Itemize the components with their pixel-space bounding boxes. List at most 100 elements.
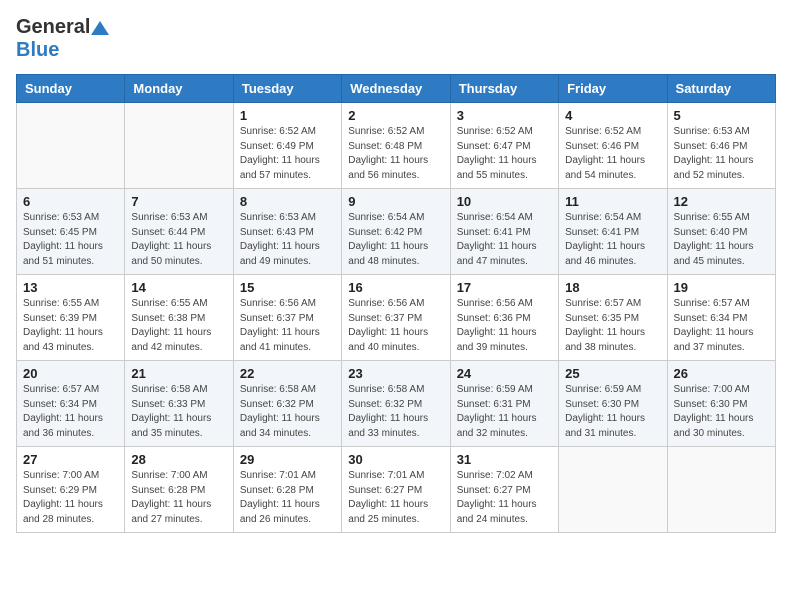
day-info: Sunrise: 6:58 AMSunset: 6:33 PMDaylight:…	[131, 383, 226, 441]
day-info: Sunrise: 6:53 AMSunset: 6:46 PMDaylight:…	[674, 125, 769, 183]
calendar-cell: 12Sunrise: 6:55 AMSunset: 6:40 PMDayligh…	[667, 189, 775, 275]
calendar-cell: 31Sunrise: 7:02 AMSunset: 6:27 PMDayligh…	[450, 447, 558, 533]
day-info: Sunrise: 6:52 AMSunset: 6:46 PMDaylight:…	[565, 125, 660, 183]
day-info: Sunrise: 6:55 AMSunset: 6:40 PMDaylight:…	[674, 211, 769, 269]
day-info: Sunrise: 7:00 AMSunset: 6:28 PMDaylight:…	[131, 469, 226, 527]
calendar-week-row: 6Sunrise: 6:53 AMSunset: 6:45 PMDaylight…	[17, 189, 776, 275]
day-info: Sunrise: 6:54 AMSunset: 6:41 PMDaylight:…	[457, 211, 552, 269]
calendar-cell: 24Sunrise: 6:59 AMSunset: 6:31 PMDayligh…	[450, 361, 558, 447]
calendar-cell: 23 Sunrise: 6:58 AMSunset: 6:32 PMDayligh…	[342, 361, 450, 447]
day-number: 25	[565, 366, 660, 381]
day-number: 2	[348, 108, 443, 123]
logo-text-general: General	[16, 16, 90, 39]
calendar-cell	[125, 103, 233, 189]
day-info: Sunrise: 6:53 AMSunset: 6:44 PMDaylight:…	[131, 211, 226, 269]
day-number: 11	[565, 194, 660, 209]
calendar-cell: 15 Sunrise: 6:56 AMSunset: 6:37 PMDayligh…	[233, 275, 341, 361]
day-number: 1	[240, 108, 335, 123]
calendar-cell: 29Sunrise: 7:01 AMSunset: 6:28 PMDayligh…	[233, 447, 341, 533]
weekday-header: Wednesday	[342, 75, 450, 103]
day-number: 4	[565, 108, 660, 123]
day-info: Sunrise: 6:56 AMSunset: 6:37 PMDaylight:…	[240, 297, 335, 355]
day-number: 24	[457, 366, 552, 381]
logo-icon	[91, 21, 109, 35]
day-info: Sunrise: 6:56 AMSunset: 6:36 PMDaylight:…	[457, 297, 552, 355]
calendar-cell	[17, 103, 125, 189]
calendar-cell: 10 Sunrise: 6:54 AMSunset: 6:41 PMDayligh…	[450, 189, 558, 275]
day-number: 10	[457, 194, 552, 209]
calendar-cell: 25 Sunrise: 6:59 AMSunset: 6:30 PMDayligh…	[559, 361, 667, 447]
day-info: Sunrise: 6:55 AMSunset: 6:39 PMDaylight:…	[23, 297, 118, 355]
day-number: 29	[240, 452, 335, 467]
day-info: Sunrise: 6:52 AMSunset: 6:47 PMDaylight:…	[457, 125, 552, 183]
day-number: 22	[240, 366, 335, 381]
day-number: 23	[348, 366, 443, 381]
day-number: 6	[23, 194, 118, 209]
calendar-cell: 3 Sunrise: 6:52 AMSunset: 6:47 PMDaylight…	[450, 103, 558, 189]
day-number: 27	[23, 452, 118, 467]
weekday-header: Sunday	[17, 75, 125, 103]
calendar-cell: 8Sunrise: 6:53 AMSunset: 6:43 PMDaylight…	[233, 189, 341, 275]
day-info: Sunrise: 6:59 AMSunset: 6:30 PMDaylight:…	[565, 383, 660, 441]
day-info: Sunrise: 6:52 AMSunset: 6:49 PMDaylight:…	[240, 125, 335, 183]
day-number: 30	[348, 452, 443, 467]
day-info: Sunrise: 7:00 AMSunset: 6:29 PMDaylight:…	[23, 469, 118, 527]
day-number: 17	[457, 280, 552, 295]
calendar-cell: 21 Sunrise: 6:58 AMSunset: 6:33 PMDayligh…	[125, 361, 233, 447]
day-info: Sunrise: 6:52 AMSunset: 6:48 PMDaylight:…	[348, 125, 443, 183]
day-info: Sunrise: 6:57 AMSunset: 6:34 PMDaylight:…	[23, 383, 118, 441]
calendar-cell: 14Sunrise: 6:55 AMSunset: 6:38 PMDayligh…	[125, 275, 233, 361]
calendar-cell: 22 Sunrise: 6:58 AMSunset: 6:32 PMDayligh…	[233, 361, 341, 447]
calendar-cell: 16Sunrise: 6:56 AMSunset: 6:37 PMDayligh…	[342, 275, 450, 361]
day-info: Sunrise: 6:54 AMSunset: 6:42 PMDaylight:…	[348, 211, 443, 269]
weekday-header: Friday	[559, 75, 667, 103]
page-header: General Blue	[16, 16, 776, 62]
calendar-week-row: 13 Sunrise: 6:55 AMSunset: 6:39 PMDayligh…	[17, 275, 776, 361]
calendar-week-row: 1 Sunrise: 6:52 AMSunset: 6:49 PMDaylight…	[17, 103, 776, 189]
day-number: 21	[131, 366, 226, 381]
logo: General Blue	[16, 16, 110, 62]
calendar-cell: 18 Sunrise: 6:57 AMSunset: 6:35 PMDayligh…	[559, 275, 667, 361]
day-number: 15	[240, 280, 335, 295]
calendar-cell: 1 Sunrise: 6:52 AMSunset: 6:49 PMDaylight…	[233, 103, 341, 189]
day-number: 28	[131, 452, 226, 467]
weekday-header: Saturday	[667, 75, 775, 103]
calendar-cell: 17 Sunrise: 6:56 AMSunset: 6:36 PMDayligh…	[450, 275, 558, 361]
calendar-cell: 20Sunrise: 6:57 AMSunset: 6:34 PMDayligh…	[17, 361, 125, 447]
calendar-cell: 7 Sunrise: 6:53 AMSunset: 6:44 PMDaylight…	[125, 189, 233, 275]
day-info: Sunrise: 6:56 AMSunset: 6:37 PMDaylight:…	[348, 297, 443, 355]
day-number: 13	[23, 280, 118, 295]
day-info: Sunrise: 7:01 AMSunset: 6:27 PMDaylight:…	[348, 469, 443, 527]
day-number: 9	[348, 194, 443, 209]
calendar-cell: 5 Sunrise: 6:53 AMSunset: 6:46 PMDaylight…	[667, 103, 775, 189]
day-info: Sunrise: 6:57 AMSunset: 6:34 PMDaylight:…	[674, 297, 769, 355]
day-info: Sunrise: 6:57 AMSunset: 6:35 PMDaylight:…	[565, 297, 660, 355]
calendar-cell: 6Sunrise: 6:53 AMSunset: 6:45 PMDaylight…	[17, 189, 125, 275]
calendar-week-row: 27 Sunrise: 7:00 AMSunset: 6:29 PMDayligh…	[17, 447, 776, 533]
logo-text-blue: Blue	[16, 39, 59, 61]
day-number: 18	[565, 280, 660, 295]
day-info: Sunrise: 6:54 AMSunset: 6:41 PMDaylight:…	[565, 211, 660, 269]
day-info: Sunrise: 7:00 AMSunset: 6:30 PMDaylight:…	[674, 383, 769, 441]
day-number: 19	[674, 280, 769, 295]
calendar-cell	[559, 447, 667, 533]
calendar-table: SundayMondayTuesdayWednesdayThursdayFrid…	[16, 74, 776, 533]
day-number: 3	[457, 108, 552, 123]
day-number: 26	[674, 366, 769, 381]
calendar-cell: 4 Sunrise: 6:52 AMSunset: 6:46 PMDaylight…	[559, 103, 667, 189]
calendar-week-row: 20Sunrise: 6:57 AMSunset: 6:34 PMDayligh…	[17, 361, 776, 447]
day-number: 14	[131, 280, 226, 295]
calendar-cell: 13 Sunrise: 6:55 AMSunset: 6:39 PMDayligh…	[17, 275, 125, 361]
day-info: Sunrise: 6:58 AMSunset: 6:32 PMDaylight:…	[348, 383, 443, 441]
day-number: 31	[457, 452, 552, 467]
calendar-cell: 2 Sunrise: 6:52 AMSunset: 6:48 PMDaylight…	[342, 103, 450, 189]
day-info: Sunrise: 6:58 AMSunset: 6:32 PMDaylight:…	[240, 383, 335, 441]
calendar-cell: 26 Sunrise: 7:00 AMSunset: 6:30 PMDayligh…	[667, 361, 775, 447]
weekday-header: Thursday	[450, 75, 558, 103]
calendar-cell: 30 Sunrise: 7:01 AMSunset: 6:27 PMDayligh…	[342, 447, 450, 533]
day-number: 7	[131, 194, 226, 209]
calendar-cell: 28 Sunrise: 7:00 AMSunset: 6:28 PMDayligh…	[125, 447, 233, 533]
calendar-cell: 19 Sunrise: 6:57 AMSunset: 6:34 PMDayligh…	[667, 275, 775, 361]
calendar-cell: 11 Sunrise: 6:54 AMSunset: 6:41 PMDayligh…	[559, 189, 667, 275]
day-number: 5	[674, 108, 769, 123]
